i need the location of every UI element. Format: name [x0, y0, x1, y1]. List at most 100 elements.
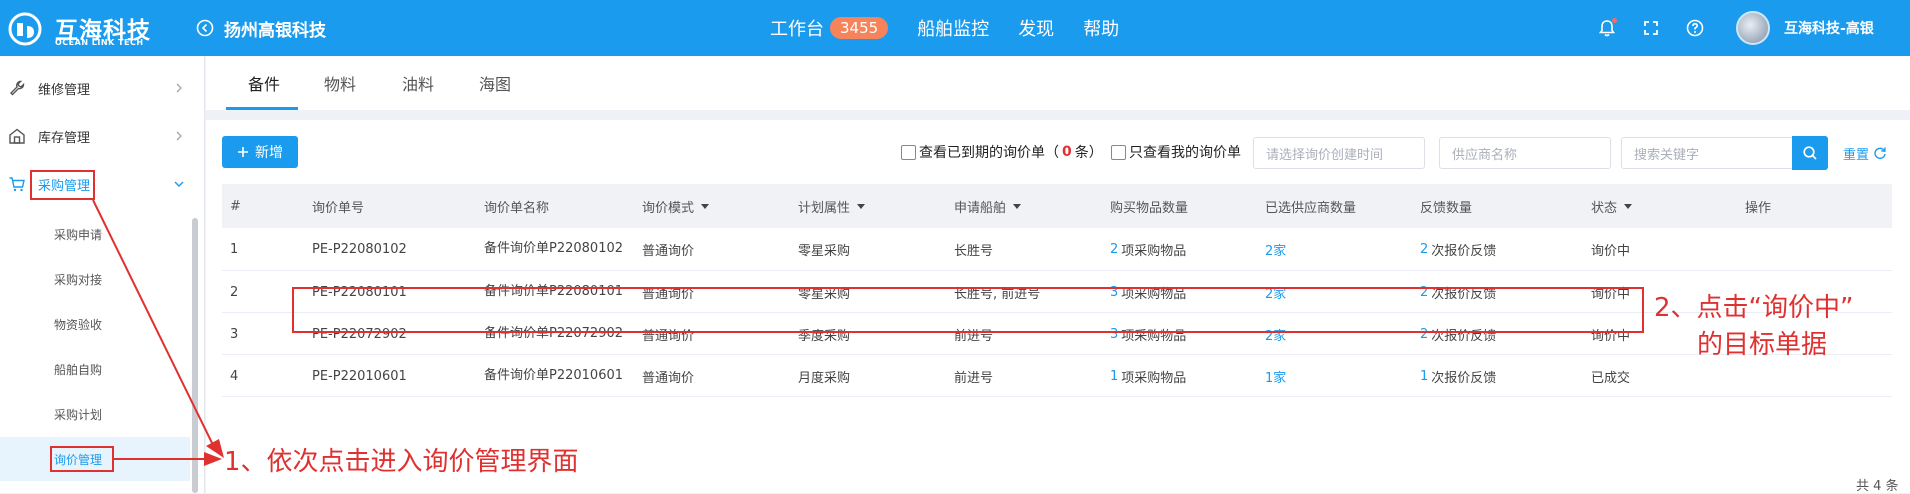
sidebar-item-inventory[interactable]: 库存管理 — [0, 116, 195, 156]
logo[interactable]: 互海科技 OCEAN LINK TECH — [8, 8, 188, 48]
sort-caret-icon — [701, 203, 710, 209]
chevron-right-icon — [176, 83, 182, 93]
search-button[interactable] — [1792, 136, 1828, 170]
sidebar-subitem-label: 船舶自购 — [54, 362, 103, 377]
cell-mode: 普通询价 — [642, 243, 695, 259]
top-bar: 互海科技 OCEAN LINK TECH 扬州高银科技 工作台 3455 船舶监… — [0, 0, 1910, 56]
notification-dot — [1612, 18, 1617, 23]
cell-supplier-count[interactable]: 2家 — [1265, 228, 1286, 270]
table-row[interactable]: 4 PE-P22010601 备件询价单P22010601 普通询价 月度采购 … — [222, 355, 1892, 397]
col-inquiry-mode-label: 询价模式 — [642, 200, 695, 216]
warehouse-icon — [9, 128, 25, 144]
my-inquiries-filter[interactable]: 只查看我的询价单 — [1111, 142, 1241, 162]
col-plan-type[interactable]: 计划属性 — [798, 184, 866, 228]
feedback-number: 1 — [1420, 368, 1429, 384]
cell-plan: 月度采购 — [798, 370, 851, 386]
nav-ship-monitoring[interactable]: 船舶监控 — [917, 15, 989, 41]
cell-status[interactable]: 已成交 — [1591, 355, 1630, 397]
item-count-text: 项采购物品 — [1121, 243, 1187, 259]
keyword-search-input[interactable]: 搜索关键字 — [1621, 137, 1793, 169]
chevron-down-icon — [174, 181, 184, 187]
sidebar-subitem-purchase-docking[interactable]: 采购对接 — [0, 257, 190, 301]
tabs-bar: 备件 物料 油料 海图 — [206, 56, 1910, 110]
tab-oil[interactable]: 油料 — [402, 56, 434, 110]
col-index: # — [230, 198, 241, 214]
sidebar-subitem-purchase-request[interactable]: 采购申请 — [0, 212, 190, 256]
cell-inquiry-no: PE-P22010601 — [312, 368, 407, 384]
my-inquiries-label: 只查看我的询价单 — [1129, 145, 1241, 161]
wrench-icon — [10, 80, 25, 96]
cell-item-count[interactable]: 2 项采购物品 — [1110, 228, 1186, 270]
cell-index: 2 — [230, 284, 239, 300]
cell-ship: 长胜号 — [954, 243, 994, 259]
item-count-text: 项采购物品 — [1121, 370, 1187, 386]
tab-spare-parts[interactable]: 备件 — [248, 56, 280, 110]
chevron-right-icon — [176, 131, 182, 141]
nav-help[interactable]: 帮助 — [1083, 15, 1119, 41]
sidebar-scrollbar[interactable] — [192, 218, 198, 493]
expired-checkbox[interactable] — [901, 144, 916, 160]
my-inquiries-checkbox[interactable] — [1111, 144, 1126, 160]
cart-icon — [9, 177, 25, 192]
cell-item-count[interactable]: 1 项采购物品 — [1110, 355, 1186, 397]
expired-inquiries-filter[interactable]: 查看已到期的询价单（ 0 条） — [901, 142, 1103, 162]
col-inquiry-mode[interactable]: 询价模式 — [642, 184, 710, 228]
feedback-text: 次报价反馈 — [1431, 370, 1497, 386]
top-nav: 工作台 3455 船舶监控 发现 帮助 — [770, 12, 1148, 44]
tab-materials[interactable]: 物料 — [324, 56, 356, 110]
table-header: # 询价单号 询价单名称 询价模式 计划属性 申请船舶 购买物品数量 已选供应商… — [222, 184, 1892, 228]
tab-charts[interactable]: 海图 — [479, 56, 511, 110]
nav-workbench-label: 工作台 — [770, 19, 824, 40]
col-plan-type-label: 计划属性 — [798, 200, 851, 216]
cell-inquiry-name: 备件询价单P22010601 — [484, 368, 624, 383]
table-row[interactable]: 1 PE-P22080102 备件询价单P22080102 普通询价 零星采购 … — [222, 228, 1892, 271]
feedback-number: 2 — [1420, 241, 1429, 257]
cell-index: 4 — [230, 368, 239, 384]
sort-caret-icon — [1013, 203, 1022, 209]
cell-feedback-count[interactable]: 1 次报价反馈 — [1420, 355, 1496, 397]
supplier-name-input[interactable]: 供应商名称 — [1439, 137, 1611, 169]
refresh-icon — [1874, 147, 1886, 159]
company-switcher[interactable]: 扬州高银科技 — [196, 14, 326, 42]
cell-supplier-count[interactable]: 1家 — [1265, 355, 1286, 397]
highlight-inquiry-management — [50, 446, 114, 472]
sidebar-subitem-material-acceptance[interactable]: 物资验收 — [0, 302, 190, 346]
logo-subtext: OCEAN LINK TECH — [55, 38, 144, 47]
col-status[interactable]: 状态 — [1591, 184, 1633, 228]
bell-icon[interactable] — [1597, 18, 1617, 38]
fullscreen-icon[interactable] — [1641, 18, 1661, 38]
header-tools — [1597, 14, 1705, 42]
add-inquiry-button[interactable]: 新增 — [222, 136, 298, 168]
cell-mode: 普通询价 — [642, 370, 695, 386]
col-feedback-count: 反馈数量 — [1420, 200, 1473, 216]
plus-icon — [238, 147, 248, 157]
feedback-text: 次报价反馈 — [1431, 243, 1497, 259]
back-circle-icon[interactable] — [196, 19, 214, 37]
col-actions: 操作 — [1745, 200, 1772, 216]
add-button-label: 新增 — [255, 145, 283, 161]
cell-index: 3 — [230, 326, 239, 342]
nav-discover[interactable]: 发现 — [1018, 15, 1054, 41]
sidebar-subitem-ship-self-purchase[interactable]: 船舶自购 — [0, 347, 190, 391]
avatar[interactable] — [1736, 11, 1770, 45]
cell-plan: 零星采购 — [798, 243, 851, 259]
reset-button[interactable]: 重置 — [1843, 142, 1887, 164]
col-ship[interactable]: 申请船舶 — [954, 184, 1022, 228]
col-item-count: 购买物品数量 — [1110, 200, 1189, 216]
cell-feedback-count[interactable]: 2 次报价反馈 — [1420, 228, 1496, 270]
sidebar-subitem-label: 采购计划 — [54, 407, 103, 422]
sidebar-item-maintenance[interactable]: 维修管理 — [0, 68, 195, 108]
item-count-number: 2 — [1110, 241, 1119, 257]
cell-status[interactable]: 询价中 — [1591, 228, 1630, 270]
create-date-picker[interactable]: 请选择询价创建时间 — [1253, 137, 1425, 169]
reset-label: 重置 — [1843, 147, 1870, 163]
sidebar-subitem-purchase-plan[interactable]: 采购计划 — [0, 392, 190, 436]
help-icon[interactable] — [1685, 18, 1705, 38]
sidebar-scroll-thumb[interactable] — [192, 218, 198, 493]
sidebar: 维修管理 库存管理 采购管理 采购申请 采购对接 物资验收 船舶自购 采购计划 … — [0, 56, 205, 493]
user-menu[interactable]: 互海科技-高银 — [1736, 10, 1874, 46]
nav-workbench[interactable]: 工作台 3455 — [770, 15, 889, 41]
search-icon — [1803, 146, 1817, 160]
highlight-target-row — [292, 287, 1644, 333]
user-name: 互海科技-高银 — [1784, 21, 1874, 37]
